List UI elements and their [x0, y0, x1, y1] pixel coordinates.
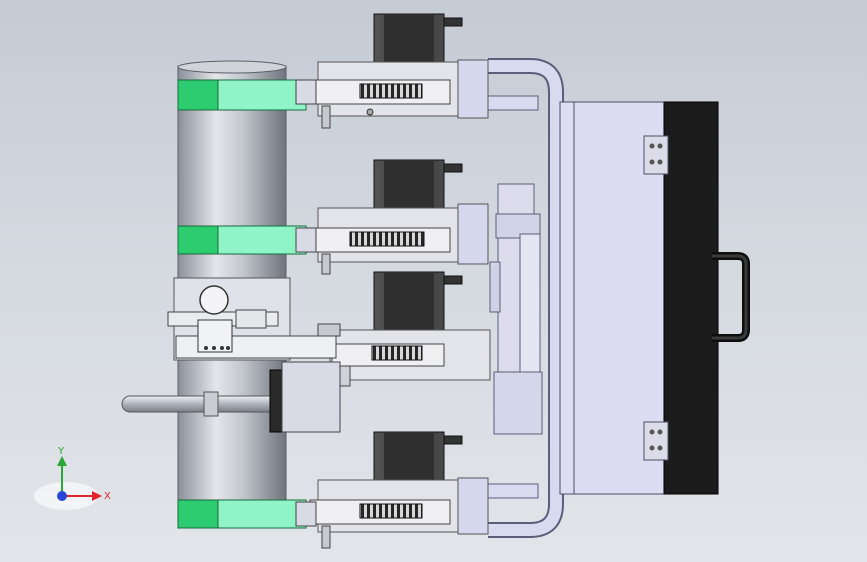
gear-rack: [359, 83, 423, 99]
drive-unit-3[interactable]: [317, 271, 491, 381]
pipe-clamp-bottom[interactable]: [177, 499, 317, 529]
slide-rail[interactable]: [489, 183, 543, 435]
case-hinge-top: [643, 135, 669, 175]
y-axis-label: Y: [57, 446, 65, 457]
pipe-collar[interactable]: [167, 277, 337, 361]
pipe-clamp-top[interactable]: [177, 79, 317, 111]
stepper-motor[interactable]: [373, 271, 463, 331]
drive-unit-4[interactable]: [309, 431, 489, 549]
drive-unit-1[interactable]: [309, 13, 489, 129]
case-hinge-bottom: [643, 421, 669, 461]
cad-viewport[interactable]: Y X: [0, 0, 867, 562]
drive-unit-2[interactable]: [309, 159, 489, 275]
z-axis-point: [57, 491, 67, 501]
gear-rack: [371, 345, 423, 361]
coordinate-triad: Y X: [34, 446, 111, 510]
carrying-case[interactable]: [559, 101, 719, 495]
x-axis-label: X: [104, 491, 111, 502]
pipe-clamp-upper[interactable]: [177, 225, 317, 255]
sensor-dial: [199, 285, 229, 315]
cad-model-view[interactable]: Y X: [0, 0, 867, 562]
gear-rack: [349, 231, 425, 247]
gear-rack: [359, 503, 423, 519]
